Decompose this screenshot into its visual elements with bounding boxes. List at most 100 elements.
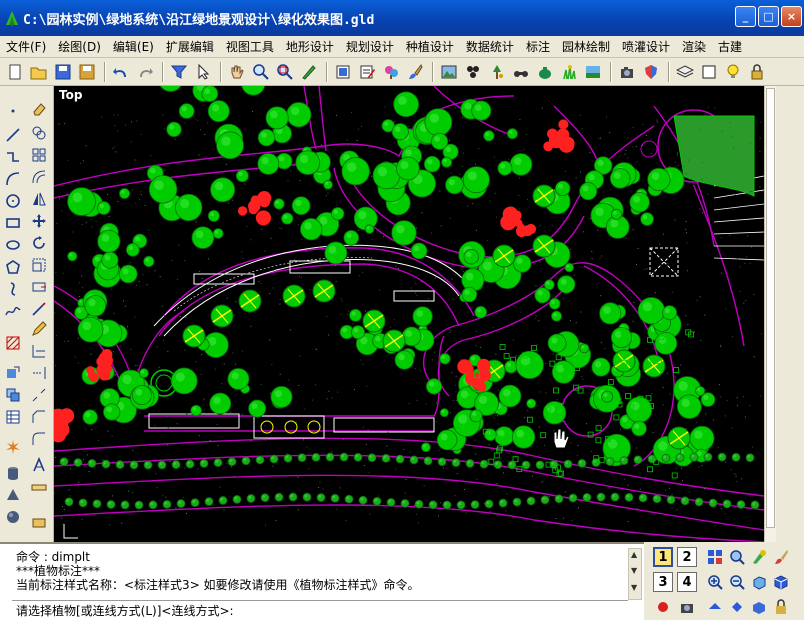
menu-ancient-building[interactable]: 古建 <box>712 38 748 55</box>
lock-icon[interactable] <box>746 61 768 83</box>
scrollbar-thumb[interactable] <box>766 88 775 528</box>
lock-view-icon[interactable] <box>770 596 792 618</box>
filter-icon[interactable] <box>168 61 190 83</box>
extend-icon[interactable] <box>28 362 50 384</box>
trim-icon[interactable] <box>28 340 50 362</box>
hatch-icon[interactable] <box>2 332 24 354</box>
fillet-icon[interactable] <box>28 428 50 450</box>
box-view-icon[interactable] <box>748 571 770 593</box>
plant-icon[interactable] <box>462 61 484 83</box>
landscape-plan-drawing[interactable] <box>54 86 764 542</box>
close-button[interactable]: × <box>781 6 802 27</box>
menu-terrain-design[interactable]: 地形设计 <box>280 38 340 55</box>
maximize-button[interactable]: □ <box>758 6 779 27</box>
teapot-icon[interactable] <box>534 61 556 83</box>
edit-block-icon[interactable] <box>28 512 50 534</box>
shade-icon[interactable] <box>748 596 770 618</box>
grass-icon[interactable] <box>558 61 580 83</box>
render-pen-icon[interactable] <box>748 546 770 568</box>
cylinder-icon[interactable] <box>2 462 24 484</box>
freehand-icon[interactable] <box>2 300 24 322</box>
scroll-down-icon[interactable]: ▼ <box>631 566 637 575</box>
zoom-extents-icon[interactable] <box>298 61 320 83</box>
point-icon[interactable] <box>2 100 24 122</box>
menu-view-tools[interactable]: 视图工具 <box>220 38 280 55</box>
spline-icon[interactable] <box>2 278 24 300</box>
cone-icon[interactable] <box>2 484 24 506</box>
landscape-icon[interactable] <box>582 61 604 83</box>
line-icon[interactable] <box>2 124 24 146</box>
brush-icon[interactable] <box>404 61 426 83</box>
paint-icon[interactable] <box>332 61 354 83</box>
color-icon[interactable] <box>698 61 720 83</box>
block-insert-icon[interactable] <box>2 362 24 384</box>
make-block-icon[interactable] <box>2 384 24 406</box>
camera-icon[interactable] <box>616 61 638 83</box>
redo-icon[interactable] <box>134 61 156 83</box>
menu-statistics[interactable]: 数据统计 <box>460 38 520 55</box>
zoom-out-icon[interactable] <box>726 571 748 593</box>
command-scrollbar[interactable]: ▲ ▼ ▼ <box>628 548 642 600</box>
viewport-4-button[interactable]: 4 <box>676 571 698 593</box>
open-icon[interactable] <box>28 61 50 83</box>
command-input[interactable]: 请选择植物[或连线方式(L)]<连线方式>: <box>12 600 628 618</box>
menu-garden-drawing[interactable]: 园林绘制 <box>556 38 616 55</box>
viewport-3-button[interactable]: 3 <box>652 571 674 593</box>
menu-planning-design[interactable]: 规划设计 <box>340 38 400 55</box>
zoom-realtime-icon[interactable] <box>250 61 272 83</box>
viewport-2-button[interactable]: 2 <box>676 546 698 568</box>
zoom-window-icon[interactable] <box>274 61 296 83</box>
menu-extended-edit[interactable]: 扩展编辑 <box>160 38 220 55</box>
zoom-in-icon[interactable] <box>704 571 726 593</box>
menu-annotation[interactable]: 标注 <box>520 38 556 55</box>
orbit-icon[interactable] <box>704 596 726 618</box>
record-icon[interactable] <box>652 596 674 618</box>
rectangle-icon[interactable] <box>2 212 24 234</box>
move-icon[interactable] <box>28 210 50 232</box>
cube-view-icon[interactable] <box>770 571 792 593</box>
circle-icon[interactable] <box>2 190 24 212</box>
polygon-icon[interactable] <box>2 256 24 278</box>
tree-icon[interactable] <box>486 61 508 83</box>
ellipse-icon[interactable] <box>2 234 24 256</box>
menu-render[interactable]: 渲染 <box>676 38 712 55</box>
grid-view-icon[interactable] <box>704 546 726 568</box>
polyline-icon[interactable] <box>2 146 24 168</box>
ruler-icon[interactable] <box>28 476 50 498</box>
menu-irrigation-design[interactable]: 喷灌设计 <box>616 38 676 55</box>
tree-brush-icon[interactable] <box>380 61 402 83</box>
menu-file[interactable]: 文件(F) <box>0 38 52 55</box>
scroll-up-icon[interactable]: ▲ <box>631 550 637 559</box>
viewport-1-button[interactable]: 1 <box>652 546 674 568</box>
table-icon[interactable] <box>2 406 24 428</box>
mirror-icon[interactable] <box>28 188 50 210</box>
copy-icon[interactable] <box>28 122 50 144</box>
pan-hand-icon[interactable] <box>226 61 248 83</box>
offset-icon[interactable] <box>28 166 50 188</box>
select-icon[interactable] <box>192 61 214 83</box>
undo-icon[interactable] <box>110 61 132 83</box>
brush-tool-icon[interactable] <box>770 546 792 568</box>
menu-planting-design[interactable]: 种植设计 <box>400 38 460 55</box>
array-icon[interactable] <box>28 144 50 166</box>
rotate-icon[interactable] <box>28 232 50 254</box>
save-as-icon[interactable] <box>76 61 98 83</box>
drawing-canvas[interactable]: Top <box>54 86 764 542</box>
arc-icon[interactable] <box>2 168 24 190</box>
break-icon[interactable] <box>28 384 50 406</box>
new-icon[interactable] <box>4 61 26 83</box>
camera-view-icon[interactable] <box>676 596 698 618</box>
iso-view-icon[interactable] <box>726 596 748 618</box>
zoom-pan-icon[interactable] <box>726 546 748 568</box>
scale-icon[interactable] <box>28 254 50 276</box>
text-icon[interactable] <box>28 454 50 476</box>
menu-draw[interactable]: 绘图(D) <box>52 38 107 55</box>
pencil-icon[interactable] <box>28 318 50 340</box>
menu-edit[interactable]: 编辑(E) <box>107 38 160 55</box>
binoculars-icon[interactable] <box>510 61 532 83</box>
explode-icon[interactable] <box>2 436 24 458</box>
picture-icon[interactable] <box>438 61 460 83</box>
scroll-down-icon[interactable]: ▼ <box>631 583 637 592</box>
lengthen-icon[interactable] <box>28 298 50 320</box>
minimize-button[interactable]: _ <box>735 6 756 27</box>
